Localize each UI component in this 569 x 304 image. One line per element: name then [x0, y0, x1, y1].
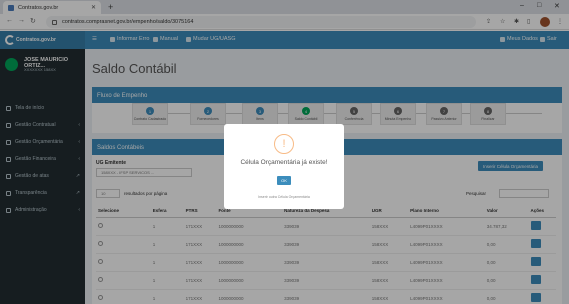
alert-modal: ! Célula Orçamentária já existe! OK Inse… — [224, 124, 344, 209]
warning-icon: ! — [274, 134, 294, 154]
ok-button[interactable]: OK — [277, 176, 291, 185]
modal-footer-link[interactable]: Inserir outra Célula Orçamentária — [224, 195, 344, 199]
modal-title: Célula Orçamentária já existe! — [240, 159, 328, 166]
